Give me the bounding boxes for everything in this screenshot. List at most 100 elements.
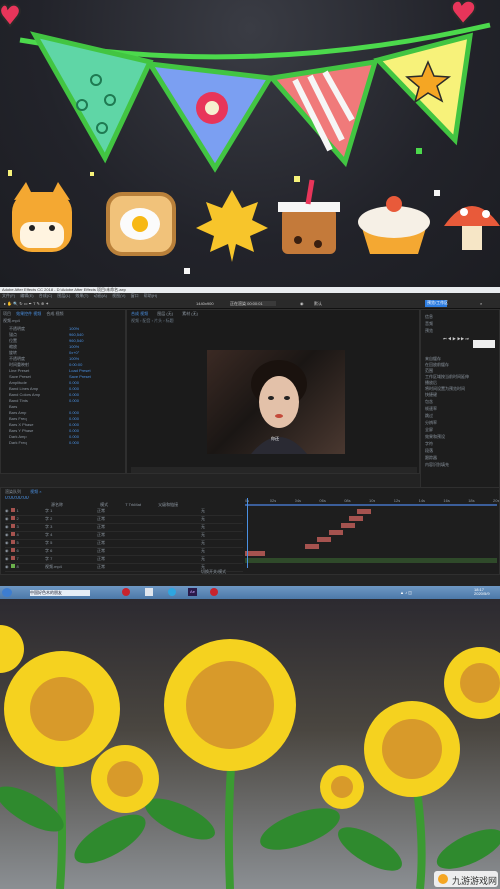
viewer-controls-bar[interactable]: [131, 467, 417, 473]
layer-clip-bar[interactable]: [329, 530, 343, 535]
layer-clip-bar[interactable]: [349, 516, 363, 521]
menu-composition[interactable]: 合成(C): [39, 293, 53, 298]
header-trkmat[interactable]: T TrkMat: [125, 502, 141, 507]
visibility-eye-icon[interactable]: ◉: [5, 524, 9, 529]
timeline-layer-row[interactable]: ◉ 6 字 6 正常 无: [5, 548, 243, 556]
right-panel-section[interactable]: 帧速率: [425, 406, 499, 413]
switches-toggle[interactable]: 切换开关/模式: [201, 569, 226, 574]
menu-window[interactable]: 窗口: [131, 293, 139, 298]
tab-composition-viewer[interactable]: 合成 视频: [131, 311, 148, 316]
start-button[interactable]: [2, 588, 12, 597]
visibility-eye-icon[interactable]: ◉: [5, 556, 9, 561]
layer-parent-dropdown[interactable]: 无: [201, 548, 205, 553]
layer-parent-dropdown[interactable]: 无: [201, 556, 205, 561]
right-panel-section[interactable]: 信息: [425, 314, 499, 321]
menu-view[interactable]: 视图(V): [112, 293, 125, 298]
effect-row-value[interactable]: 0.000: [69, 440, 79, 445]
timeline-layer-row[interactable]: ◉ 5 字 5 正常 无: [5, 540, 243, 548]
effect-row-value[interactable]: 0.000: [69, 428, 79, 433]
system-tray-icons[interactable]: ▲ ♪ ◫: [400, 590, 412, 595]
effect-row-value[interactable]: 0.000: [69, 434, 79, 439]
timeline-layer-row[interactable]: ◉ 7 字 7 正常 无: [5, 556, 243, 564]
viewer-breadcrumb[interactable]: 视频 › 配音 › 片头 › 标题: [131, 318, 174, 323]
work-area-bar[interactable]: [245, 504, 497, 506]
layer-clip-bar[interactable]: [341, 523, 355, 528]
visibility-eye-icon[interactable]: ◉: [5, 508, 9, 513]
layer-mode-dropdown[interactable]: 正常: [97, 540, 105, 545]
effect-row-value[interactable]: 960,540: [69, 338, 83, 343]
header-parent[interactable]: 父级和链接: [158, 502, 178, 507]
video-preview-frame[interactable]: 你还: [207, 350, 345, 454]
effect-row-value[interactable]: 0:00:00: [69, 362, 82, 367]
effect-row-value[interactable]: 0.000: [69, 386, 79, 391]
layer-name[interactable]: 字 7: [45, 556, 52, 561]
effect-row-value[interactable]: 0.000: [69, 410, 79, 415]
layer-name[interactable]: 字 4: [45, 532, 52, 537]
menu-help[interactable]: 帮助(H): [144, 293, 158, 298]
layer-color-label[interactable]: [10, 564, 15, 568]
taskbar-app-browser[interactable]: 中国好色木的朋友: [30, 590, 90, 596]
header-source-name[interactable]: 源名称: [51, 502, 63, 507]
layer-clip-bar[interactable]: [317, 537, 331, 542]
tab-render-queue[interactable]: 渲染队列: [5, 489, 21, 494]
effect-row-value[interactable]: Save Preset: [69, 374, 91, 379]
layer-clip-bar[interactable]: [357, 509, 371, 514]
effect-row-value[interactable]: Load Preset: [69, 368, 91, 373]
tab-timeline-comp[interactable]: 视频 ×: [30, 489, 41, 494]
right-panel-section[interactable]: 快捷键: [425, 392, 499, 399]
effect-row-value[interactable]: 0.000: [69, 422, 79, 427]
layer-name[interactable]: 视频.mp4: [45, 564, 62, 569]
playhead[interactable]: [247, 498, 248, 568]
layer-parent-dropdown[interactable]: 无: [201, 516, 205, 521]
layer-parent-dropdown[interactable]: 无: [201, 532, 205, 537]
camera-icon[interactable]: ◉: [300, 301, 304, 306]
effect-row-value[interactable]: 960,540: [69, 332, 83, 337]
layer-parent-dropdown[interactable]: 无: [201, 524, 205, 529]
layer-clip-bar[interactable]: [245, 551, 265, 556]
timeline-layer-row[interactable]: ◉ 4 字 4 正常 无: [5, 532, 243, 540]
effect-row-value[interactable]: 0.000: [69, 392, 79, 397]
right-panel-section[interactable]: 跳过: [425, 413, 499, 420]
layer-mode-dropdown[interactable]: 正常: [97, 524, 105, 529]
menu-edit[interactable]: 编辑(E): [20, 293, 33, 298]
visibility-eye-icon[interactable]: ◉: [5, 548, 9, 553]
playback-controls[interactable]: ⏮ ◀ ▶ ▶▶ ⏭: [443, 336, 469, 341]
layer-clip-bar[interactable]: [305, 544, 319, 549]
layer-name[interactable]: 字 1: [45, 508, 52, 513]
effect-row-value[interactable]: 100%: [69, 356, 79, 361]
timeline-layer-row[interactable]: ◉ 3 字 3 正常 无: [5, 524, 243, 532]
header-mode[interactable]: 模式: [100, 502, 108, 507]
app-icon-red-2[interactable]: [210, 588, 218, 596]
right-panel-section[interactable]: 包含: [425, 399, 499, 406]
visibility-eye-icon[interactable]: ◉: [5, 564, 9, 569]
right-panel-section[interactable]: 效果和预设: [425, 434, 499, 441]
layer-color-label[interactable]: [10, 556, 15, 560]
search-icon[interactable]: ⌕: [480, 301, 482, 306]
layer-clip-bar[interactable]: [245, 558, 497, 563]
tab-project[interactable]: 项目: [3, 311, 11, 316]
right-panel-section[interactable]: 字符: [425, 441, 499, 448]
right-panel-section[interactable]: 分辨率: [425, 420, 499, 427]
layer-name[interactable]: 字 2: [45, 516, 52, 521]
right-panel-section[interactable]: 内容识别填充: [425, 462, 499, 469]
tab-effect-controls[interactable]: 效果控件 视频: [16, 311, 41, 316]
tab-layer-viewer[interactable]: 图层 (无): [157, 311, 173, 316]
layer-color-label[interactable]: [10, 516, 15, 520]
tab-composition[interactable]: 合成 视频: [46, 311, 63, 316]
app-icon-red[interactable]: [122, 588, 130, 596]
layer-parent-dropdown[interactable]: 无: [201, 540, 205, 545]
layer-mode-dropdown[interactable]: 正常: [97, 508, 105, 513]
app-icon-window[interactable]: [145, 588, 153, 596]
right-panel-section[interactable]: 段落: [425, 448, 499, 455]
menu-animation[interactable]: 动画(A): [94, 293, 107, 298]
right-panel-section[interactable]: 全屏: [425, 427, 499, 434]
layer-color-label[interactable]: [10, 548, 15, 552]
layer-color-label[interactable]: [10, 540, 15, 544]
layer-mode-dropdown[interactable]: 正常: [97, 532, 105, 537]
app-icon-blue[interactable]: [168, 588, 176, 596]
layer-parent-dropdown[interactable]: 无: [201, 508, 205, 513]
timeline-layer-row[interactable]: ◉ 2 字 2 正常 无: [5, 516, 243, 524]
layer-mode-dropdown[interactable]: 正常: [97, 548, 105, 553]
right-panel-section[interactable]: 音频: [425, 321, 499, 328]
timeline-layer-row[interactable]: ◉ 1 字 1 正常 无: [5, 508, 243, 516]
